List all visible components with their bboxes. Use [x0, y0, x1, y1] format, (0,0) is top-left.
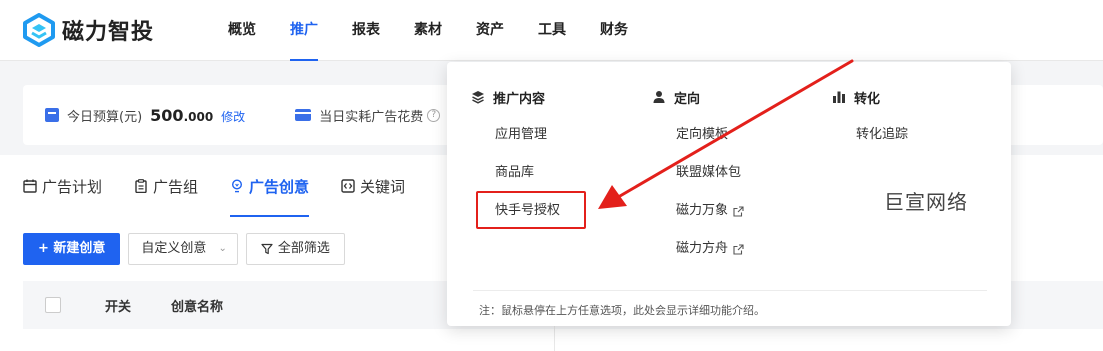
- tab-ad-group-label: 广告组: [153, 177, 199, 196]
- menu-list: 转化追踪: [832, 116, 908, 154]
- column-conversion: 转化 转化追踪: [832, 86, 908, 154]
- new-creative-button[interactable]: + 新建创意: [23, 233, 121, 265]
- external-link-icon: [733, 205, 744, 217]
- chevron-down-icon: ⌄: [218, 243, 227, 254]
- top-bar: 磁力智投 概览 推广 报表 素材 资产 工具 财务: [0, 0, 1103, 61]
- tab-ad-group[interactable]: 广告组: [134, 155, 198, 217]
- menu-item-targeting-template[interactable]: 定向模板: [652, 116, 744, 154]
- logo-icon: [23, 13, 55, 47]
- tab-creative[interactable]: 广告创意: [230, 155, 310, 217]
- menu-item-cili-fangzhou[interactable]: 磁力方舟: [652, 230, 744, 268]
- column-header: 推广内容: [471, 86, 560, 108]
- nav-assets-label: 资产: [476, 22, 504, 38]
- filter-label: 全部筛选: [277, 241, 330, 256]
- nav-finance[interactable]: 财务: [588, 0, 640, 61]
- custom-creative-label: 自定义创意: [141, 241, 207, 256]
- tab-bar: 广告计划 广告组 广告创意 关键词: [23, 155, 437, 217]
- column-title: 推广内容: [493, 91, 546, 107]
- help-icon[interactable]: ?: [427, 108, 441, 122]
- nav-materials[interactable]: 素材: [402, 0, 454, 61]
- card-icon: [295, 109, 312, 121]
- custom-creative-select[interactable]: 自定义创意 ⌄: [128, 233, 238, 265]
- menu-item-app-management[interactable]: 应用管理: [471, 116, 560, 154]
- bulb-icon: [232, 179, 243, 193]
- menu-item-cili-wanxiang[interactable]: 磁力万象: [652, 192, 744, 230]
- column-title: 转化: [854, 91, 881, 107]
- tab-keywords-label: 关键词: [360, 177, 406, 196]
- annotation-highlight-box: [476, 191, 586, 229]
- menu-list: 定向模板 联盟媒体包 磁力万象 磁力方舟: [652, 116, 744, 268]
- tab-campaign[interactable]: 广告计划: [23, 155, 102, 217]
- clipboard-icon: [135, 179, 147, 193]
- calendar-icon: [23, 179, 37, 193]
- budget-label: 今日预算(元): [67, 109, 143, 125]
- column-header: 定向: [652, 86, 744, 108]
- column-header: 转化: [832, 86, 908, 108]
- nav-promotion[interactable]: 推广: [278, 0, 330, 61]
- filter-button[interactable]: 全部筛选: [245, 233, 345, 265]
- nav-tools[interactable]: 工具: [526, 0, 578, 61]
- dropdown-divider: [473, 290, 987, 291]
- main-nav: 概览 推广 报表 素材 资产 工具 财务: [216, 0, 650, 61]
- edit-budget-link[interactable]: 修改: [221, 108, 245, 125]
- bar-chart-icon: [833, 91, 845, 103]
- code-icon: [341, 179, 355, 193]
- tab-campaign-label: 广告计划: [42, 177, 103, 196]
- layers-icon: [472, 91, 484, 104]
- tab-keywords[interactable]: 关键词: [341, 155, 405, 217]
- menu-item-product-library[interactable]: 商品库: [471, 154, 560, 192]
- column-title: 定向: [674, 91, 701, 107]
- column-switch: 开关: [105, 299, 132, 315]
- menu-item-conversion-tracking[interactable]: 转化追踪: [832, 116, 908, 154]
- tab-creative-label: 广告创意: [249, 177, 310, 196]
- watermark-text: 巨宣网络: [884, 190, 968, 214]
- column-targeting: 定向 定向模板 联盟媒体包 磁力万象 磁力方舟: [652, 86, 744, 268]
- budget-decimals: .000: [183, 110, 214, 124]
- external-link-icon: [733, 243, 744, 255]
- user-icon: [653, 91, 665, 103]
- budget-value: 500: [150, 105, 184, 125]
- brand-name: 磁力智投: [62, 20, 155, 45]
- toolbar: + 新建创意 自定义创意 ⌄ 全部筛选: [23, 233, 345, 265]
- menu-item-alliance-media-pack[interactable]: 联盟媒体包: [652, 154, 744, 192]
- page: 磁力智投 概览 推广 报表 素材 资产 工具 财务 今日预算(元) 500 .0…: [0, 0, 1103, 351]
- filter-icon: [261, 243, 273, 255]
- menu-item-label: 磁力方舟: [676, 241, 729, 256]
- select-all-checkbox[interactable]: [45, 297, 61, 313]
- logo[interactable]: 磁力智投: [22, 13, 154, 47]
- nav-assets[interactable]: 资产: [464, 0, 516, 61]
- dropdown-note: 注：鼠标悬停在上方任意选项，此处会显示详细功能介绍。: [479, 304, 765, 317]
- budget-icon: [45, 108, 59, 122]
- nav-overview[interactable]: 概览: [216, 0, 268, 61]
- nav-reports[interactable]: 报表: [340, 0, 392, 61]
- spend-label: 当日实耗广告花费: [319, 109, 424, 125]
- menu-item-label: 磁力万象: [676, 203, 729, 218]
- column-creative-name: 创意名称: [171, 299, 224, 315]
